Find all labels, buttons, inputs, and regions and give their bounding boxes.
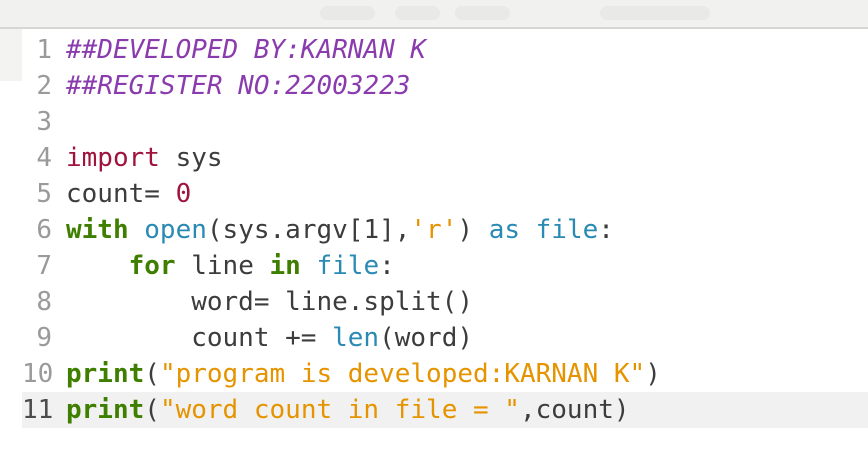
code-line[interactable]: 4 import sys <box>22 140 868 176</box>
code-token-plain: ( <box>144 359 160 389</box>
code-token-plain: ) <box>457 215 489 245</box>
code-token-comment: ##REGISTER NO:22003223 <box>66 71 411 101</box>
line-number: 5 <box>36 179 52 209</box>
code-token-flow: in <box>269 251 301 281</box>
code-token-number: 0 <box>175 179 192 209</box>
code-token-plain: : <box>379 251 395 281</box>
code-editor[interactable]: 1 ##DEVELOPED BY:KARNAN K 2 ##REGISTER NO:2… <box>22 29 868 428</box>
code-token-plain: (word) <box>379 323 473 353</box>
line-number: 7 <box>36 251 52 281</box>
code-token-flow: for <box>128 251 176 281</box>
code-token-plain: ) <box>645 359 661 389</box>
code-token-flow: print <box>66 359 145 389</box>
code-line[interactable]: 11 print("word count in file = ",count) <box>22 392 868 428</box>
line-number: 8 <box>36 287 52 317</box>
code-token-keyword: import <box>66 143 160 173</box>
code-text: import sys <box>66 140 223 176</box>
code-token-builtin: file <box>535 215 599 245</box>
code-token-comment: ##DEVELOPED BY:KARNAN K <box>66 35 427 65</box>
code-text: count += len(word) <box>66 320 473 356</box>
blurred-toolbar-item <box>395 6 440 20</box>
code-token-flow: print <box>66 395 145 425</box>
line-number: 3 <box>36 107 52 137</box>
code-text: count= 0 <box>66 176 191 212</box>
code-token-plain: line <box>175 251 270 281</box>
code-line[interactable]: 8 word= line.split() <box>22 284 868 320</box>
code-text: print("program is developed:KARNAN K") <box>66 356 661 392</box>
code-token-string: "word count in file = " <box>159 395 520 425</box>
code-text: for line in file: <box>66 248 395 284</box>
code-token-plain: ,count) <box>519 395 630 425</box>
code-text: word= line.split() <box>66 284 473 320</box>
code-token-plain: word= line.split() <box>66 287 473 317</box>
code-token-flow: with <box>66 215 129 245</box>
code-token-string: "program is developed:KARNAN K" <box>159 359 646 389</box>
code-line[interactable]: 3 <box>22 104 868 140</box>
line-number: 1 <box>36 35 52 65</box>
line-number: 9 <box>36 323 52 353</box>
code-line[interactable]: 1 ##DEVELOPED BY:KARNAN K <box>22 32 868 68</box>
code-token-builtin: len <box>332 323 380 353</box>
blurred-toolbar-item <box>600 6 710 20</box>
code-token-plain: ( <box>144 395 160 425</box>
code-token-plain: count += <box>66 323 333 353</box>
code-token-string: 'r' <box>410 215 458 245</box>
line-number: 11 <box>22 395 54 425</box>
blurred-toolbar-item <box>320 6 375 20</box>
line-number: 6 <box>36 215 52 245</box>
code-text: ##REGISTER NO:22003223 <box>66 68 410 104</box>
code-line[interactable]: 7 for line in file: <box>22 248 868 284</box>
side-panel-edge <box>0 29 22 81</box>
line-number: 10 <box>22 359 54 389</box>
code-text: with open(sys.argv[1],'r') as file: <box>66 212 614 248</box>
line-number: 4 <box>36 143 52 173</box>
code-text: ##DEVELOPED BY:KARNAN K <box>66 32 426 68</box>
code-line[interactable]: 10 print("program is developed:KARNAN K") <box>22 356 868 392</box>
code-line[interactable]: 9 count += len(word) <box>22 320 868 356</box>
code-line[interactable]: 2 ##REGISTER NO:22003223 <box>22 68 868 104</box>
code-token-plain: : <box>598 215 614 245</box>
code-line[interactable]: 5 count= 0 <box>22 176 868 212</box>
code-token-plain: sys <box>159 143 223 173</box>
code-token-builtin: open <box>144 215 207 245</box>
blurred-toolbar-item <box>455 6 510 20</box>
code-token-plain: count= <box>66 179 176 209</box>
window-top-strip <box>0 0 868 27</box>
line-number: 2 <box>36 71 52 101</box>
code-token-plain: (sys.argv[1], <box>206 215 411 245</box>
code-token-builtin: file <box>316 251 380 281</box>
code-token-builtin: as <box>488 215 520 245</box>
code-text: print("word count in file = ",count) <box>66 392 630 428</box>
code-line[interactable]: 6 with open(sys.argv[1],'r') as file: <box>22 212 868 248</box>
